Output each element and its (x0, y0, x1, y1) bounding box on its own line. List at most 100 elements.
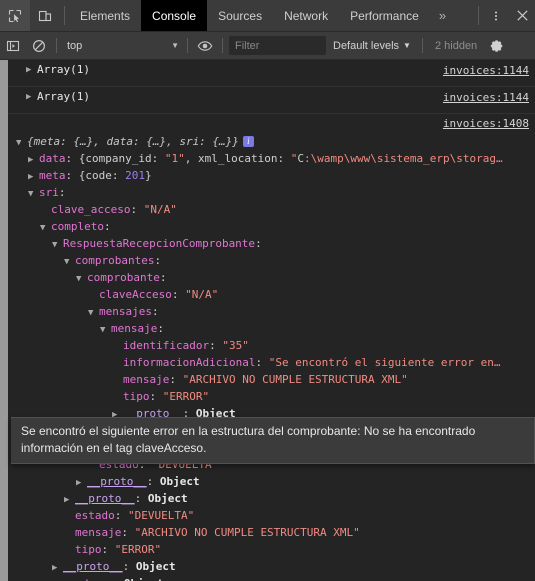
colon: : (255, 237, 262, 250)
tree-property-row[interactable]: ▶ meta: {code: 201} (8, 168, 535, 185)
property-key[interactable]: mensaje (111, 322, 157, 335)
console-message-row[interactable]: ▶ Array(1) invoices:1144 (8, 87, 535, 114)
property-key[interactable]: tipo (123, 390, 150, 403)
proto-key[interactable]: __proto__ (51, 577, 111, 581)
property-key[interactable]: RespuestaRecepcionComprobante (63, 237, 255, 250)
chevron-down-icon-levels: ▼ (403, 41, 411, 50)
kebab-menu-icon[interactable] (483, 0, 509, 31)
source-link[interactable]: invoices:1144 (443, 90, 529, 106)
tree-property-row[interactable]: informacionAdicional: "Se encontró el si… (8, 355, 535, 372)
execution-context-select[interactable]: top ▼ (61, 36, 183, 55)
colon: : (209, 339, 216, 352)
filter-input[interactable] (229, 36, 326, 55)
tree-property-row[interactable]: estado: "DEVUELTA" (8, 508, 535, 525)
disclosure-triangle[interactable]: ▼ (16, 135, 26, 151)
source-link[interactable]: invoices:1144 (443, 63, 529, 79)
tree-property-row[interactable]: ▼ completo: (8, 219, 535, 236)
disclosure-triangle[interactable]: ▼ (64, 254, 74, 270)
colon: : (149, 390, 157, 403)
tree-proto-row[interactable]: ▶__proto__: Object (8, 491, 535, 508)
tab-network[interactable]: Network (273, 0, 339, 31)
tree-proto-row[interactable]: ▶__proto__: Object (8, 474, 535, 491)
tree-property-row[interactable]: ▼ mensajes: (8, 304, 535, 321)
colon: : (154, 254, 162, 267)
disclosure-triangle[interactable]: ▼ (52, 237, 62, 253)
more-tabs-icon[interactable]: » (430, 0, 455, 31)
disclosure-triangle[interactable]: ▶ (76, 475, 86, 491)
tree-property-row[interactable]: ▶ data: {company_id: "1", xml_location: "… (8, 151, 535, 168)
tree-property-row[interactable]: ▼ sri: (8, 185, 535, 202)
close-icon[interactable] (509, 0, 535, 31)
disclosure-triangle[interactable]: ▶ (52, 560, 62, 576)
tabbar-divider-right (478, 6, 479, 25)
property-key[interactable]: identificador (123, 339, 209, 352)
tree-property-row[interactable]: clave_acceso: "N/A" (8, 202, 535, 219)
tree-property-row[interactable]: mensaje: "ARCHIVO NO CUMPLE ESTRUCTURA X… (8, 372, 535, 389)
property-key[interactable]: tipo (75, 543, 102, 556)
clear-console-icon[interactable] (26, 33, 52, 59)
tree-proto-row[interactable]: ▶__proto__: Object (8, 576, 535, 581)
tree-property-row[interactable]: ▼ {meta: {…}, data: {…}, sri: {…}} i (8, 134, 535, 151)
console-message-row-object[interactable]: invoices:1408 ▼ {meta: {…}, data: {…}, sr… (8, 114, 535, 581)
property-key[interactable]: comprobante (87, 271, 160, 284)
disclosure-triangle[interactable]: ▶ (64, 492, 74, 508)
tab-performance[interactable]: Performance (339, 0, 430, 31)
property-key[interactable]: estado (75, 509, 115, 522)
tab-elements[interactable]: Elements (69, 0, 141, 31)
tab-console[interactable]: Console (141, 0, 208, 31)
disclosure-triangle[interactable]: ▶ (26, 89, 36, 105)
tree-proto-row[interactable]: ▶__proto__: Object (8, 559, 535, 576)
hidden-messages-count[interactable]: 2 hidden (427, 40, 485, 52)
tree-property-row[interactable]: mensaje: "ARCHIVO NO CUMPLE ESTRUCTURA X… (8, 525, 535, 542)
tree-property-row[interactable]: ▼ mensaje: (8, 321, 535, 338)
disclosure-triangle[interactable]: ▶ (28, 152, 38, 168)
property-key[interactable]: comprobantes (75, 254, 154, 267)
disclosure-triangle[interactable]: ▶ (26, 62, 36, 78)
property-key[interactable]: clave_acceso (51, 203, 130, 216)
settings-gear-icon[interactable] (485, 39, 509, 53)
array-preview[interactable]: Array(1) (37, 62, 90, 78)
property-key[interactable]: mensaje (75, 526, 121, 539)
disclosure-triangle[interactable]: ▶ (28, 169, 38, 185)
console-sidebar-icon[interactable] (0, 33, 26, 59)
tree-property-row[interactable]: claveAcceso: "N/A" (8, 287, 535, 304)
property-key[interactable]: meta (39, 169, 66, 182)
tree-property-row[interactable]: ▼ RespuestaRecepcionComprobante: (8, 236, 535, 253)
tree-property-row[interactable]: tipo: "ERROR" (8, 542, 535, 559)
property-key[interactable]: informacionAdicional (123, 356, 255, 369)
disclosure-triangle[interactable]: ▼ (28, 186, 38, 202)
disclosure-triangle[interactable]: ▶ (40, 577, 50, 581)
proto-key[interactable]: __proto__ (75, 492, 135, 505)
array-preview[interactable]: Array(1) (37, 89, 90, 105)
console-message-list[interactable]: ▶ Array(1) invoices:1144 ▶ Array(1) invo… (0, 60, 535, 581)
disclosure-triangle[interactable]: ▼ (40, 220, 50, 236)
property-key[interactable]: mensaje (123, 373, 169, 386)
console-message-row[interactable]: ▶ Array(1) invoices:1144 (8, 60, 535, 87)
log-levels-select[interactable]: Default levels ▼ (326, 40, 418, 52)
live-expression-eye-icon[interactable] (192, 33, 218, 59)
object-preview[interactable]: {meta: {…}, data: {…}, sri: {…}} (27, 135, 239, 148)
inspect-element-icon[interactable] (0, 0, 30, 31)
colon: : (58, 186, 66, 199)
device-toolbar-icon[interactable] (30, 0, 60, 31)
tree-property-row[interactable]: ▼ comprobante: (8, 270, 535, 287)
property-key[interactable]: completo (51, 220, 104, 233)
colon: : (255, 356, 263, 369)
property-key[interactable]: claveAcceso (99, 288, 172, 301)
proto-key[interactable]: __proto__ (87, 475, 147, 488)
disclosure-triangle[interactable]: ▼ (76, 271, 86, 287)
info-badge-icon[interactable]: i (242, 136, 254, 147)
object-tree[interactable]: ▼ {meta: {…}, data: {…}, sri: {…}} i ▶ data:… (8, 114, 535, 581)
tab-sources[interactable]: Sources (207, 0, 273, 31)
source-link[interactable]: invoices:1408 (443, 116, 529, 132)
tabbar-divider (64, 6, 65, 25)
tree-property-row[interactable]: ▼ comprobantes: (8, 253, 535, 270)
property-key[interactable]: sri (39, 186, 59, 199)
property-key[interactable]: data (39, 152, 66, 165)
tree-property-row[interactable]: tipo: "ERROR" (8, 389, 535, 406)
proto-key[interactable]: __proto__ (63, 560, 123, 573)
property-key[interactable]: mensajes (99, 305, 152, 318)
disclosure-triangle[interactable]: ▼ (100, 322, 110, 338)
disclosure-triangle[interactable]: ▼ (88, 305, 98, 321)
tree-property-row[interactable]: identificador: "35" (8, 338, 535, 355)
